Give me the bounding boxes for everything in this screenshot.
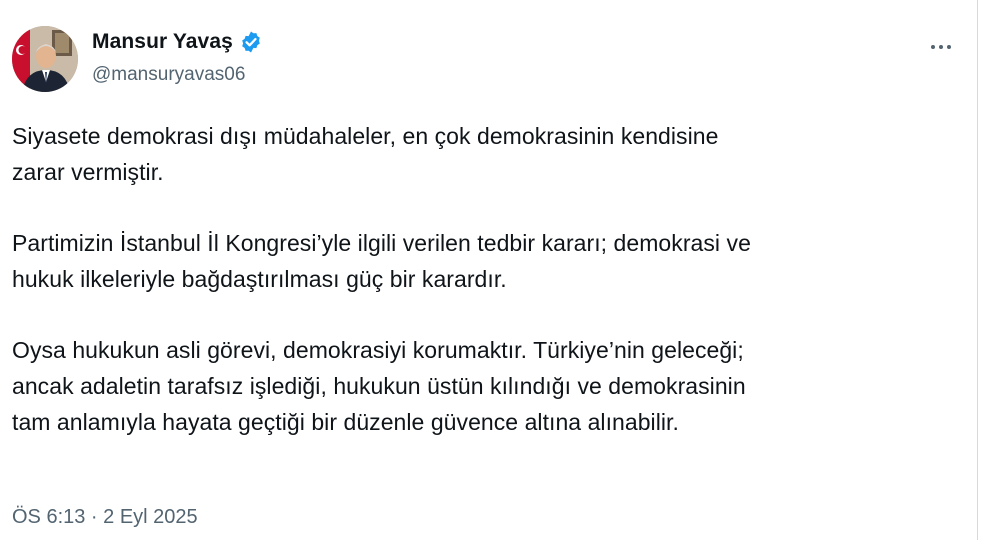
avatar[interactable] xyxy=(12,26,78,92)
timestamp-link[interactable]: ÖS 6:13 · 2 Eyl 2025 xyxy=(12,506,198,528)
user-handle[interactable]: @mansuryavas06 xyxy=(92,64,245,86)
more-horizontal-icon xyxy=(931,45,935,49)
tweet-header: Mansur Yavaş @mansuryavas06 xyxy=(12,24,962,94)
display-name[interactable]: Mansur Yavaş xyxy=(92,30,233,54)
tweet-paragraph: Partimizin İstanbul İl Kongresi’yle ilgi… xyxy=(12,230,751,292)
profile-photo-icon xyxy=(12,26,78,92)
more-horizontal-icon-dot xyxy=(939,45,943,49)
tweet-paragraph: Siyasete demokrasi dışı müdahaleler, en … xyxy=(12,123,719,185)
verified-badge-icon[interactable] xyxy=(239,30,263,54)
name-row: Mansur Yavaş xyxy=(92,30,263,54)
tweet-text: Siyasete demokrasi dışı müdahaleler, en … xyxy=(12,118,962,475)
tweet-timestamp: ÖS 6:13 · 2 Eyl 2025 xyxy=(12,506,198,529)
more-options-button[interactable] xyxy=(924,32,958,62)
timeline-border xyxy=(977,0,1000,540)
more-horizontal-icon-dot xyxy=(947,45,951,49)
tweet-paragraph: Oysa hukukun asli görevi, demokrasiyi ko… xyxy=(12,337,746,435)
